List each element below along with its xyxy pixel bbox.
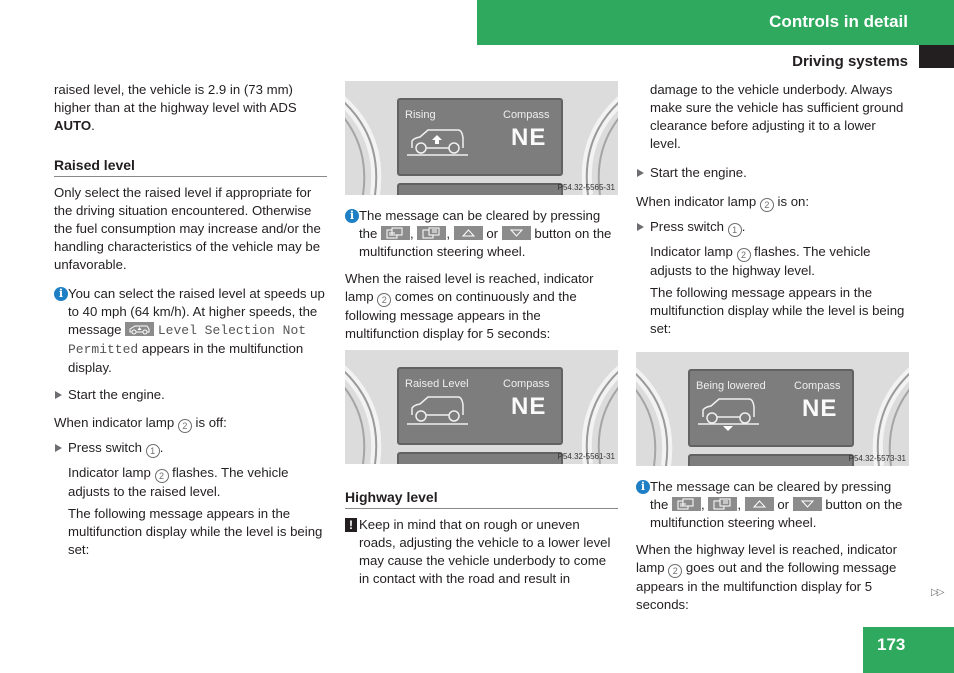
result-lamp-flashes: Indicator lamp 2 flashes. The vehicle ad… <box>650 244 871 278</box>
warning-note: ! Keep in mind that on rough or uneven r… <box>345 516 618 588</box>
section-title: Driving systems <box>792 53 908 70</box>
callout-number-icon: 2 <box>177 419 192 433</box>
step-arrow-icon <box>637 223 644 231</box>
warning-icon: ! <box>345 518 357 532</box>
multifunction-display: Being lowered Compass NE <box>688 369 854 447</box>
column-1: raised level, the vehicle is 2.9 in (73 … <box>54 81 327 563</box>
callout-number-icon: 2 <box>759 198 774 212</box>
figure-code: P54.32-5565-31 <box>557 183 615 192</box>
column-3: damage to the vehicle underbody. Always … <box>636 81 909 614</box>
lower-display <box>397 452 563 464</box>
display-compass-label: Compass <box>503 109 550 121</box>
display-back-button-icon <box>672 497 701 511</box>
info-note: i You can select the raised level at spe… <box>54 285 327 377</box>
display-image-lowering: Being lowered Compass NE P54.32-5573-31 <box>636 352 909 466</box>
raised-level-heading: Raised level <box>54 156 327 177</box>
display-compass-label: Compass <box>794 380 841 392</box>
chapter-header-bar: Controls in detail <box>477 0 954 45</box>
display-forward-button-icon <box>708 497 738 511</box>
result-lamp-flashes: Indicator lamp 2 flashes. The vehicle ad… <box>68 465 289 499</box>
vehicle-raised-icon <box>407 396 468 425</box>
result-message: The following message appears in the mul… <box>68 506 323 557</box>
warning-continued: damage to the vehicle underbody. Always … <box>650 82 904 151</box>
up-button-icon <box>744 497 774 511</box>
column-2: Rising Compass NE P54.32-5565-31 i The m… <box>345 81 618 588</box>
vehicle-rising-icon <box>407 129 468 156</box>
down-button-icon <box>792 497 822 511</box>
highway-level-heading: Highway level <box>345 488 618 509</box>
display-status-label: Being lowered <box>696 380 766 392</box>
chapter-title: Controls in detail <box>769 12 908 31</box>
callout-number-icon: 1 <box>145 444 160 458</box>
display-forward-button-icon <box>417 226 447 240</box>
up-button-icon <box>453 226 483 240</box>
compass-direction: NE <box>511 393 547 420</box>
step-start-engine: Start the engine. <box>54 386 327 404</box>
info-note-clear: i The message can be cleared by pressing… <box>345 207 618 261</box>
result-message: The following message appears in the mul… <box>650 285 905 336</box>
thumb-index-tab <box>919 45 954 68</box>
highway-reached-paragraph: When the highway level is reached, indic… <box>636 542 897 612</box>
display-back-button-icon <box>381 226 410 240</box>
step-arrow-icon <box>637 169 644 177</box>
display-status-label: Raised Level <box>405 378 469 390</box>
intro-paragraph: raised level, the vehicle is 2.9 in (73 … <box>54 82 297 133</box>
info-icon: i <box>636 480 650 494</box>
step-press-switch: Press switch 1. <box>636 218 909 237</box>
page-number: 173 <box>877 635 906 654</box>
condition-lamp-off: When indicator lamp 2 is off: <box>54 415 227 433</box>
display-compass-label: Compass <box>503 378 550 390</box>
display-status-label: Rising <box>405 109 436 121</box>
info-note-clear: i The message can be cleared by pressing… <box>636 478 909 532</box>
vehicle-level-icon <box>125 322 155 336</box>
raised-level-paragraph: Only select the raised level if appropri… <box>54 185 321 272</box>
raised-reached-paragraph: When the raised level is reached, indica… <box>345 271 594 341</box>
info-icon: i <box>54 287 68 301</box>
callout-number-icon: 2 <box>377 293 392 307</box>
down-button-icon <box>501 226 531 240</box>
callout-number-icon: 2 <box>154 469 169 483</box>
lower-display <box>397 183 563 195</box>
callout-number-icon: 2 <box>736 248 751 262</box>
continue-arrow-icon: ▷▷ <box>931 587 944 598</box>
compass-direction: NE <box>511 124 547 151</box>
step-press-switch: Press switch 1. <box>54 439 327 458</box>
display-image-rising: Rising Compass NE P54.32-5565-31 <box>345 81 618 195</box>
step-arrow-icon <box>55 391 62 399</box>
multifunction-display: Raised Level Compass NE <box>397 367 563 445</box>
condition-lamp-on: When indicator lamp 2 is on: <box>636 194 810 212</box>
multifunction-display: Rising Compass NE <box>397 98 563 176</box>
vehicle-lowering-icon <box>698 398 759 431</box>
figure-code: P54.32-5573-31 <box>848 454 906 463</box>
callout-number-icon: 1 <box>727 223 742 237</box>
figure-code: P54.32-5561-31 <box>557 452 615 461</box>
display-image-raised: Raised Level Compass NE P54.32-5561-31 <box>345 350 618 464</box>
page-number-box: 173 <box>863 627 954 673</box>
step-start-engine: Start the engine. <box>636 164 909 182</box>
lower-display <box>688 454 854 466</box>
compass-direction: NE <box>802 395 838 422</box>
info-icon: i <box>345 209 359 223</box>
callout-number-icon: 2 <box>668 564 683 578</box>
step-arrow-icon <box>55 444 62 452</box>
